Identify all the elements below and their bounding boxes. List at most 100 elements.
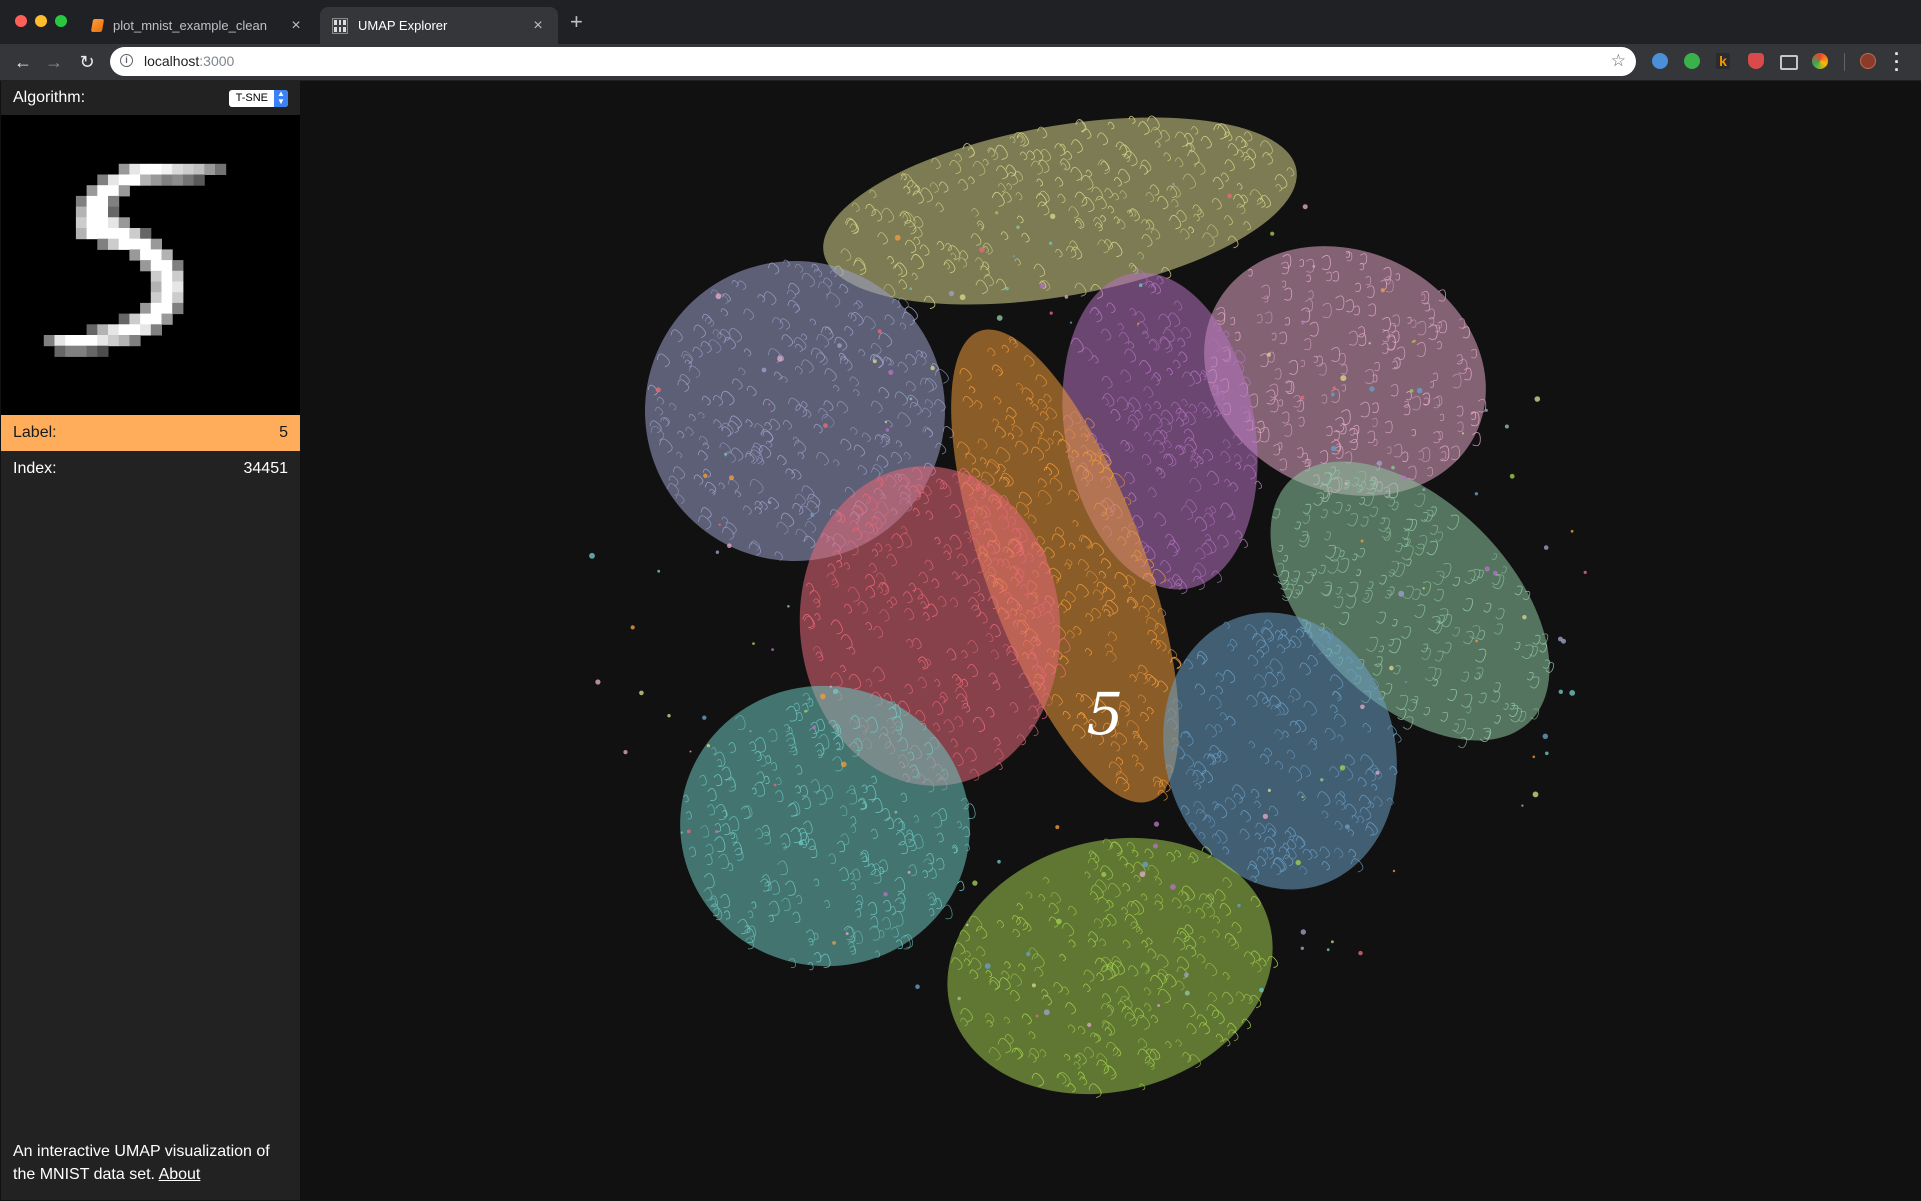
forward-arrow-icon[interactable]: → [43, 52, 65, 72]
stray-point[interactable] [706, 744, 710, 748]
stray-point[interactable] [768, 403, 771, 406]
stray-point[interactable] [1300, 395, 1305, 400]
stray-point[interactable] [1170, 884, 1176, 890]
stray-point[interactable] [1332, 386, 1336, 390]
stray-point[interactable] [1422, 488, 1426, 491]
stray-point[interactable] [1016, 225, 1020, 229]
stray-point[interactable] [1153, 843, 1158, 849]
stray-point[interactable] [1534, 396, 1541, 402]
stray-point[interactable] [1484, 408, 1488, 412]
stray-point[interactable] [1043, 1009, 1050, 1016]
stray-point[interactable] [1048, 241, 1053, 245]
stray-point[interactable] [1138, 283, 1143, 287]
stray-point[interactable] [1184, 972, 1189, 978]
stray-point[interactable] [1267, 788, 1271, 793]
stray-point[interactable] [589, 552, 595, 559]
stray-point[interactable] [979, 247, 985, 253]
stray-point[interactable] [689, 750, 692, 753]
stray-point[interactable] [804, 709, 808, 713]
stray-point[interactable] [996, 315, 1003, 321]
stray-point[interactable] [1391, 465, 1395, 470]
stray-point[interactable] [885, 428, 890, 432]
stray-point[interactable] [1360, 539, 1364, 543]
about-link[interactable]: About [159, 1166, 201, 1183]
stray-point[interactable] [1040, 283, 1046, 289]
stray-point[interactable] [773, 783, 777, 787]
stray-point[interactable] [1259, 987, 1264, 993]
stray-point[interactable] [1405, 681, 1407, 683]
minimize-window-button[interactable] [35, 15, 47, 27]
extension-compass-icon[interactable] [1652, 53, 1668, 69]
stray-point[interactable] [749, 730, 752, 733]
extension-shield-icon[interactable] [1748, 53, 1764, 69]
stray-point[interactable] [1360, 704, 1365, 710]
stray-point[interactable] [1302, 204, 1308, 210]
extension-window-icon[interactable] [1780, 55, 1798, 70]
stray-point[interactable] [1344, 482, 1348, 486]
stray-point[interactable] [798, 840, 804, 846]
stray-point[interactable] [1558, 689, 1564, 694]
stray-point[interactable] [1237, 903, 1241, 908]
stray-point[interactable] [1532, 791, 1539, 798]
stray-point[interactable] [1331, 940, 1334, 944]
stray-point[interactable] [1401, 475, 1407, 481]
stray-point[interactable] [957, 996, 961, 1001]
stray-point[interactable] [1012, 255, 1016, 258]
stray-point[interactable] [702, 715, 707, 720]
stray-point[interactable] [1345, 824, 1350, 830]
stray-point[interactable] [810, 512, 815, 517]
stray-point[interactable] [1583, 570, 1587, 574]
stray-point[interactable] [1300, 929, 1306, 935]
stray-point[interactable] [715, 550, 720, 554]
stray-point[interactable] [1492, 570, 1498, 576]
stray-point[interactable] [832, 941, 836, 945]
stray-point[interactable] [761, 367, 767, 373]
stray-point[interactable] [1031, 983, 1036, 988]
stray-point[interactable] [1392, 869, 1396, 873]
stray-point[interactable] [1320, 778, 1324, 782]
stray-point[interactable] [1137, 322, 1140, 325]
stray-point[interactable] [630, 625, 635, 630]
stray-point[interactable] [1026, 951, 1031, 957]
stray-point[interactable] [1504, 424, 1509, 429]
stray-point[interactable] [1389, 665, 1394, 671]
stray-point[interactable] [845, 932, 849, 936]
stray-point[interactable] [1050, 213, 1056, 219]
stray-point[interactable] [907, 870, 911, 874]
stray-point[interactable] [1409, 389, 1414, 393]
stray-point[interactable] [1184, 990, 1190, 996]
stray-point[interactable] [841, 761, 847, 768]
close-icon[interactable]: × [530, 17, 546, 35]
stray-point[interactable] [894, 234, 901, 241]
stray-point[interactable] [1330, 445, 1337, 452]
stray-point[interactable] [888, 369, 894, 375]
stray-point[interactable] [1153, 821, 1160, 827]
stray-point[interactable] [1295, 859, 1301, 866]
stray-point[interactable] [1326, 948, 1330, 952]
stray-point[interactable] [715, 293, 722, 300]
stray-point[interactable] [909, 287, 913, 290]
close-window-button[interactable] [15, 15, 27, 27]
stray-point[interactable] [872, 359, 877, 364]
stray-point[interactable] [877, 329, 882, 334]
stray-point[interactable] [997, 859, 1001, 864]
stray-point[interactable] [948, 290, 955, 297]
stray-point[interactable] [1087, 1022, 1092, 1027]
stray-point[interactable] [1509, 473, 1515, 479]
stray-point[interactable] [894, 810, 898, 814]
stray-point[interactable] [1532, 755, 1536, 759]
close-icon[interactable]: × [288, 17, 304, 35]
stray-point[interactable] [1413, 339, 1416, 343]
stray-point[interactable] [1005, 286, 1009, 291]
stray-point[interactable] [752, 642, 755, 645]
stray-point[interactable] [1330, 392, 1335, 397]
stray-point[interactable] [655, 387, 661, 393]
stray-point[interactable] [930, 365, 935, 371]
stray-point[interactable] [884, 420, 888, 424]
stray-point[interactable] [1301, 321, 1305, 325]
stray-point[interactable] [715, 830, 719, 834]
stray-point[interactable] [1339, 765, 1346, 771]
stray-point[interactable] [1157, 1004, 1160, 1007]
scatter-canvas[interactable]: 5 [300, 81, 1921, 1200]
new-tab-button[interactable]: + [570, 11, 583, 33]
